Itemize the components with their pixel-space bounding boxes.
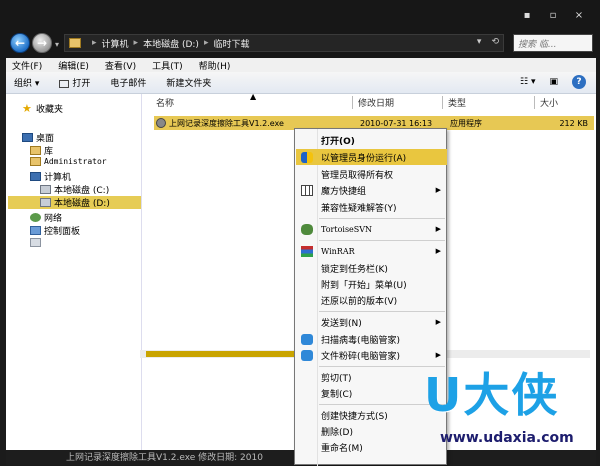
sort-ascending-icon: ▲ xyxy=(250,92,257,101)
breadcrumb-temp-downloads[interactable]: 临时下载 xyxy=(213,37,249,50)
close-button[interactable]: × xyxy=(566,8,592,24)
menu-item-send-to[interactable]: 发送到(N) ▶ xyxy=(296,314,447,330)
menu-item-scan-virus[interactable]: 扫描病毒(电脑管家) xyxy=(296,331,447,347)
address-bar[interactable]: ▸ 计算机 ▸ 本地磁盘 (D:) ▸ 临时下载 ▾ ⟲ xyxy=(64,34,504,52)
nav-disk-c[interactable]: 本地磁盘 (C:) xyxy=(40,183,109,196)
back-button[interactable]: ← xyxy=(10,33,30,53)
file-name: 上网记录深度擦除工具V1.2.exe xyxy=(169,118,284,128)
menu-item-run-as-admin[interactable]: 以管理员身份运行(A) xyxy=(296,149,447,165)
scrollbar-thumb[interactable] xyxy=(146,351,296,357)
star-icon: ★ xyxy=(22,102,32,115)
drive-d-icon xyxy=(40,198,51,207)
desktop-icon xyxy=(22,133,33,142)
command-bar: 组织 ▾ 打开 电子邮件 新建文件夹 ☷ ▾ ▣ ? xyxy=(6,72,596,94)
search-input[interactable]: 搜索 临... xyxy=(513,34,593,52)
library-icon xyxy=(30,146,41,155)
nav-favorites[interactable]: ★ 收藏夹 xyxy=(22,102,63,115)
computer-icon xyxy=(30,172,41,181)
help-button[interactable]: ? xyxy=(572,75,586,89)
application-icon xyxy=(156,118,166,128)
submenu-arrow-icon: ▶ xyxy=(435,225,441,233)
nav-control-panel[interactable]: 控制面板 xyxy=(30,224,80,237)
submenu-arrow-icon: ▶ xyxy=(435,351,441,359)
nav-user-folder[interactable]: Administrator xyxy=(30,157,107,166)
column-header-type[interactable]: 类型 xyxy=(448,96,466,110)
submenu-arrow-icon: ▶ xyxy=(435,186,441,194)
menu-tools[interactable]: 工具(T) xyxy=(152,59,183,72)
back-arrow-icon: ← xyxy=(14,36,26,50)
nav-desktop[interactable]: 桌面 xyxy=(22,131,54,144)
recycle-bin-icon xyxy=(30,238,41,247)
network-icon xyxy=(30,213,41,222)
uac-shield-icon xyxy=(301,151,313,163)
navigation-pane: ★ 收藏夹 桌面 库 Administrator 计算机 本地磁盘 (C:) 本… xyxy=(6,94,142,450)
menu-item-compatibility[interactable]: 兼容性疑难解答(Y) xyxy=(296,199,447,215)
forward-arrow-icon: → xyxy=(36,36,48,50)
menu-edit[interactable]: 编辑(E) xyxy=(58,59,89,72)
file-type: 应用程序 xyxy=(450,118,482,128)
menu-item-winrar[interactable]: WinRAR ▶ xyxy=(296,243,447,259)
menu-bar: 文件(F) 编辑(E) 查看(V) 工具(T) 帮助(H) xyxy=(6,58,596,72)
winrar-icon xyxy=(301,245,313,257)
preview-pane-icon[interactable]: ▣ xyxy=(549,77,558,87)
tortoise-icon xyxy=(301,223,313,235)
recent-pages-dropdown-icon[interactable]: ▾ xyxy=(55,40,59,49)
menu-item-tortoisesvn[interactable]: TortoiseSVN ▶ xyxy=(296,221,447,237)
watermark: U大侠 www.udaxia.com xyxy=(400,370,600,465)
email-button[interactable]: 电子邮件 xyxy=(110,76,146,89)
menu-view[interactable]: 查看(V) xyxy=(105,59,136,72)
menu-item-pin-start[interactable]: 附到「开始」菜单(U) xyxy=(296,276,447,292)
window-controls: ▪ ▫ × xyxy=(514,8,592,24)
user-folder-icon xyxy=(30,157,41,166)
menu-item-magic-group[interactable]: 魔方快捷组 ▶ xyxy=(296,182,447,198)
submenu-arrow-icon: ▶ xyxy=(435,318,441,326)
new-folder-button[interactable]: 新建文件夹 xyxy=(166,76,211,89)
submenu-arrow-icon: ▶ xyxy=(435,247,441,255)
control-panel-icon xyxy=(30,226,41,235)
nav-disk-d[interactable]: 本地磁盘 (D:) xyxy=(8,196,141,209)
details-text: 上网记录深度擦除工具V1.2.exe 修改日期: 2010 xyxy=(66,453,263,463)
nav-computer[interactable]: 计算机 xyxy=(30,170,71,183)
pc-manager-icon xyxy=(301,333,313,345)
menu-help[interactable]: 帮助(H) xyxy=(199,59,231,72)
refresh-icon[interactable]: ⟲ xyxy=(491,37,499,47)
menu-item-shred-file[interactable]: 文件粉碎(电脑管家) ▶ xyxy=(296,347,447,363)
watermark-url: www.udaxia.com xyxy=(440,430,574,446)
breadcrumb-computer[interactable]: 计算机 xyxy=(102,37,129,50)
nav-network[interactable]: 网络 xyxy=(30,211,62,224)
menu-file[interactable]: 文件(F) xyxy=(12,59,42,72)
nav-recycle-bin[interactable] xyxy=(30,238,41,247)
forward-button[interactable]: → xyxy=(32,33,52,53)
menu-item-restore-versions[interactable]: 还原以前的版本(V) xyxy=(296,292,447,308)
menu-item-pin-taskbar[interactable]: 锁定到任务栏(K) xyxy=(296,260,447,276)
watermark-logo: U大侠 xyxy=(424,368,560,422)
view-options-icon[interactable]: ☷ ▾ xyxy=(520,77,535,87)
menu-item-open[interactable]: 打开(O) xyxy=(296,132,447,148)
file-size: 212 KB xyxy=(559,118,588,128)
column-header-name[interactable]: 名称 xyxy=(156,96,174,110)
address-dropdown-icon[interactable]: ▾ xyxy=(477,37,482,47)
menu-item-take-ownership[interactable]: 管理员取得所有权 xyxy=(296,166,447,182)
breadcrumb-disk-d[interactable]: 本地磁盘 (D:) xyxy=(143,37,199,50)
grid-icon xyxy=(301,184,313,196)
nav-library[interactable]: 库 xyxy=(30,144,53,157)
folder-icon xyxy=(69,38,81,48)
open-button[interactable]: 打开 xyxy=(59,76,90,89)
column-header-size[interactable]: 大小 xyxy=(540,96,558,110)
window-icon xyxy=(59,79,70,88)
pc-manager-icon xyxy=(301,349,313,361)
title-bar: ▪ ▫ × ← → ▾ ▸ 计算机 ▸ 本地磁盘 (D:) ▸ 临时下载 ▾ ⟲… xyxy=(0,0,600,60)
drive-c-icon xyxy=(40,185,51,194)
minimize-button[interactable]: ▪ xyxy=(514,8,540,24)
maximize-button[interactable]: ▫ xyxy=(540,8,566,24)
column-header-modified[interactable]: 修改日期 xyxy=(358,96,394,110)
organize-button[interactable]: 组织 ▾ xyxy=(14,76,39,89)
file-modified: 2010-07-31 16:13 xyxy=(360,118,433,128)
